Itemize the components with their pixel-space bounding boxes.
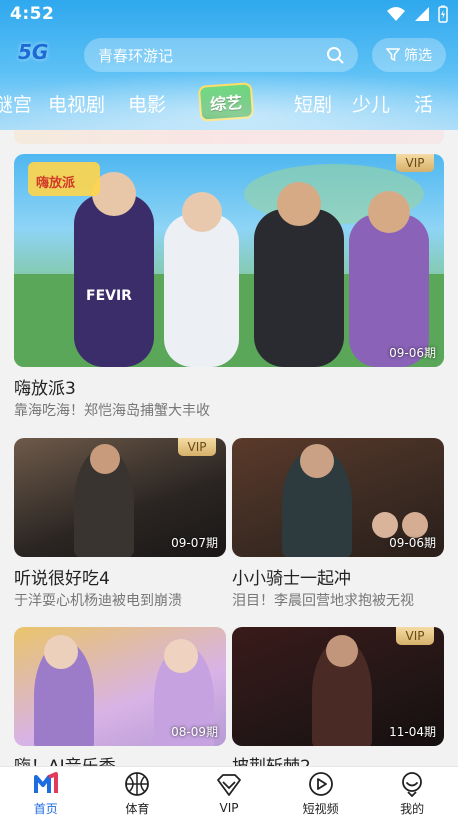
card-title[interactable]: 嗨！AI音乐季 [14, 752, 116, 766]
tab-migong[interactable]: 谜宫 [0, 90, 32, 117]
card-thumbnail[interactable]: VIP 11-04期 [232, 627, 444, 746]
featured-card-thumbnail[interactable]: 嗨放派 FEVIR VIP 09-06期 [14, 154, 444, 367]
card-title[interactable]: 披荆斩棘2 [232, 752, 311, 766]
header: 4:52 5G 青春环游记 筛选 谜宫 电视剧 电影 综艺 短剧 少儿 活 [0, 0, 458, 130]
search-input[interactable]: 青春环游记 [84, 38, 358, 72]
5g-logo: 5G [18, 40, 49, 64]
category-tabs: 谜宫 电视剧 电影 综艺 短剧 少儿 活 [0, 82, 458, 124]
home-logo-icon [33, 771, 58, 793]
vip-badge: VIP [178, 438, 216, 456]
nav-vip[interactable]: VIP [183, 767, 275, 820]
card-thumbnail[interactable]: VIP 09-07期 [14, 438, 226, 557]
card-title[interactable]: 听说很好吃4 [14, 564, 110, 589]
play-circle-icon [308, 771, 333, 796]
card-thumbnail[interactable]: 08-09期 [14, 627, 226, 746]
featured-scene-image [14, 162, 444, 367]
featured-subtitle: 靠海吃海！郑恺海岛捕蟹大丰收 [14, 403, 210, 419]
featured-title[interactable]: 嗨放派3 [14, 374, 76, 399]
episode-date: 09-07期 [171, 536, 218, 550]
nav-sports-label: 体育 [125, 801, 150, 816]
vip-badge: VIP [396, 154, 434, 172]
nav-home[interactable]: 首页 [0, 767, 92, 820]
basketball-icon [125, 771, 150, 796]
filter-button[interactable]: 筛选 [372, 38, 446, 72]
nav-vip-label: VIP [219, 801, 239, 815]
card-subtitle: 泪目！李晨回营地求抱被无视 [232, 593, 414, 609]
tab-more[interactable]: 活 [414, 90, 433, 117]
episode-date: 09-06期 [389, 536, 436, 550]
vip-diamond-icon [217, 774, 241, 796]
nav-short-video-label: 短视频 [302, 801, 339, 816]
card-title[interactable]: 小小骑士一起冲 [232, 564, 351, 589]
filter-icon [386, 48, 400, 62]
tab-variety-active[interactable]: 综艺 [196, 82, 256, 122]
smiley-profile-icon [402, 771, 423, 797]
search-placeholder: 青春环游记 [98, 46, 174, 65]
card-thumbnail[interactable]: 09-06期 [232, 438, 444, 557]
nav-profile[interactable]: 我的 [366, 767, 458, 820]
wifi-icon [387, 7, 405, 21]
card-subtitle: 于洋耍心机杨迪被电到崩溃 [14, 593, 182, 609]
battery-icon [438, 5, 448, 23]
content-feed[interactable]: 嗨放派 FEVIR VIP 09-06期 嗨放派3 靠海吃海！郑恺海岛捕蟹大丰收… [0, 130, 458, 766]
tab-variety-label: 综艺 [197, 82, 255, 122]
nav-profile-label: 我的 [400, 801, 425, 816]
status-icons [386, 5, 448, 23]
status-time: 4:52 [10, 4, 55, 24]
episode-date: 08-09期 [171, 725, 218, 739]
nav-home-label: 首页 [33, 801, 58, 816]
nav-short-video[interactable]: 短视频 [275, 767, 367, 820]
filter-label: 筛选 [404, 48, 432, 64]
tab-tv-series[interactable]: 电视剧 [48, 90, 105, 117]
episode-date: 11-04期 [389, 725, 436, 739]
episode-date: 09-06期 [389, 346, 436, 360]
tab-movies[interactable]: 电影 [128, 90, 166, 117]
bottom-navigation: 首页 体育 VIP 短视频 我的 [0, 766, 458, 820]
status-bar: 4:52 [0, 0, 458, 28]
tab-short-drama[interactable]: 短剧 [294, 90, 332, 117]
search-row: 5G 青春环游记 筛选 [0, 36, 458, 72]
tab-kids[interactable]: 少儿 [352, 90, 390, 117]
nav-sports[interactable]: 体育 [92, 767, 184, 820]
search-icon[interactable] [326, 46, 344, 64]
signal-icon [415, 7, 429, 21]
show-logo: 嗨放派 [36, 176, 76, 191]
partial-banner[interactable] [14, 130, 444, 144]
shirt-text: FEVIR [86, 288, 132, 304]
vip-badge: VIP [396, 627, 434, 645]
